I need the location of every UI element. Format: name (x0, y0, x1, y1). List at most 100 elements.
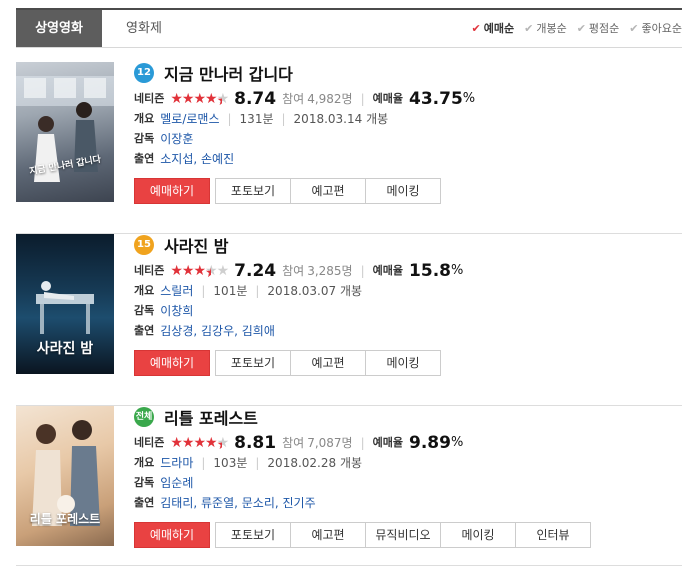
making-button[interactable]: 메이킹 (440, 522, 516, 548)
overview-label: 개요 (134, 456, 155, 469)
runtime: 131분 (239, 112, 274, 126)
sort-options: ✔ 예매순 ✔ 개봉순 ✔ 평점순 ✔ 좋아요순 (462, 10, 682, 47)
cast-label: 출연 (134, 324, 155, 337)
sort-label: 평점순 (588, 22, 620, 35)
poster-art (16, 76, 114, 182)
movie-info: 전체 리틀 포레스트 네티즌 ★★★★★★ 8.81 참여 7,087명 | 예… (134, 405, 682, 548)
divider: | (201, 456, 206, 470)
genre-link[interactable]: 스릴러 (160, 281, 193, 301)
check-icon: ✔ (576, 22, 586, 35)
poster-title: 리틀 포레스트 (29, 512, 101, 526)
age-rating-badge: 15 (134, 235, 154, 255)
divider: | (360, 264, 365, 278)
director-link[interactable]: 이창희 (160, 301, 193, 321)
divider: | (201, 284, 206, 298)
director-label: 감독 (134, 304, 155, 317)
star-rating: ★★★★★★ (170, 263, 229, 281)
tab-bar: 상영영화 영화제 ✔ 예매순 ✔ 개봉순 ✔ 평점순 ✔ 좋아요순 (16, 8, 682, 48)
movie-poster[interactable]: 리틀 포레스트 (16, 406, 114, 546)
action-buttons: 예매하기 포토보기 예고편 메이킹 (134, 178, 441, 204)
sort-release[interactable]: ✔ 개봉순 (524, 10, 567, 47)
making-button[interactable]: 메이킹 (365, 178, 441, 204)
check-icon: ✔ (471, 22, 481, 35)
action-buttons: 예매하기 포토보기 예고편 메이킹 (134, 350, 441, 376)
netizen-label: 네티즌 (134, 436, 165, 449)
genre-link[interactable]: 멜로/로맨스 (160, 109, 219, 129)
tab-now-showing[interactable]: 상영영화 (16, 10, 102, 47)
reservation-rate-label: 예매율 (372, 436, 404, 449)
sort-label: 개봉순 (536, 22, 567, 35)
director-link[interactable]: 임순례 (160, 473, 193, 493)
check-icon: ✔ (524, 22, 534, 35)
sort-rating[interactable]: ✔ 평점순 (577, 10, 620, 47)
movie-title[interactable]: 사라진 밤 (164, 233, 228, 257)
movie-item: 사라진 밤 15 사라진 밤 네티즌 ★★★★★★ 7.24 참여 3,285명… (16, 234, 682, 406)
sort-likes[interactable]: ✔ 좋아요순 (629, 10, 682, 47)
director-link[interactable]: 이장훈 (160, 129, 193, 149)
cast-link[interactable]: 김상경, 김강우, 김희애 (160, 321, 275, 341)
making-button[interactable]: 메이킹 (365, 350, 441, 376)
reservation-rate-unit: % (450, 435, 464, 450)
movie-poster[interactable]: 사라진 밤 (16, 234, 114, 374)
movie-item: 리틀 포레스트 전체 리틀 포레스트 네티즌 ★★★★★★ 8.81 참여 7,… (16, 406, 682, 566)
age-rating-badge: 전체 (134, 407, 154, 427)
release-date: 2018.03.14 개봉 (293, 112, 389, 126)
director-label: 감독 (134, 132, 155, 145)
photo-button[interactable]: 포토보기 (215, 178, 291, 204)
divider: | (360, 92, 365, 106)
star-rating: ★★★★★★ (170, 91, 229, 109)
release-date: 2018.02.28 개봉 (267, 456, 363, 470)
netizen-score: 7.24 (234, 261, 277, 281)
age-rating-badge: 12 (134, 63, 154, 83)
trailer-button[interactable]: 예고편 (290, 178, 366, 204)
participants-prefix: 참여 (282, 92, 305, 106)
photo-button[interactable]: 포토보기 (215, 522, 291, 548)
movie-info: 12 지금 만나러 갑니다 네티즌 ★★★★★★ 8.74 참여 4,982명 … (134, 61, 682, 204)
director-label: 감독 (134, 476, 155, 489)
overview-label: 개요 (134, 112, 155, 125)
cast-link[interactable]: 소지섭, 손예진 (160, 149, 234, 169)
star-rating: ★★★★★★ (170, 435, 229, 453)
reservation-rate-label: 예매율 (372, 92, 404, 105)
trailer-button[interactable]: 예고편 (290, 522, 366, 548)
cast-label: 출연 (134, 496, 155, 509)
reservation-rate-label: 예매율 (372, 264, 404, 277)
netizen-score: 8.81 (234, 433, 277, 453)
photo-button[interactable]: 포토보기 (215, 350, 291, 376)
sort-reservation[interactable]: ✔ 예매순 (472, 10, 515, 47)
trailer-button[interactable]: 예고편 (290, 350, 366, 376)
runtime: 103분 (213, 456, 248, 470)
participants-prefix: 참여 (282, 264, 305, 278)
book-button[interactable]: 예매하기 (134, 178, 210, 204)
action-buttons: 예매하기 포토보기 예고편 뮤직비디오 메이킹 인터뷰 (134, 522, 591, 548)
divider: | (281, 112, 286, 126)
runtime: 101분 (213, 284, 248, 298)
release-date: 2018.03.07 개봉 (267, 284, 363, 298)
movie-info: 15 사라진 밤 네티즌 ★★★★★★ 7.24 참여 3,285명 | 예매율… (134, 233, 682, 376)
movie-item: 지금 만나러 갑니다 12 지금 만나러 갑니다 네티즌 ★★★★★★ 8.74… (16, 62, 682, 234)
divider: | (255, 456, 260, 470)
participants-count: 7,087명 (307, 436, 353, 450)
movie-title[interactable]: 지금 만나러 갑니다 (164, 61, 293, 85)
participants-prefix: 참여 (282, 436, 305, 450)
book-button[interactable]: 예매하기 (134, 522, 210, 548)
divider: | (255, 284, 260, 298)
check-icon: ✔ (629, 22, 639, 35)
reservation-rate: 9.89 (409, 433, 451, 453)
interview-button[interactable]: 인터뷰 (515, 522, 591, 548)
netizen-score: 8.74 (234, 89, 277, 109)
sort-label: 좋아요순 (641, 22, 682, 35)
book-button[interactable]: 예매하기 (134, 350, 210, 376)
participants-count: 4,982명 (307, 92, 353, 106)
divider: | (360, 436, 365, 450)
genre-link[interactable]: 드라마 (160, 453, 193, 473)
cast-label: 출연 (134, 152, 155, 165)
reservation-rate: 15.8 (409, 261, 451, 281)
reservation-rate-unit: % (462, 91, 476, 106)
movie-poster[interactable]: 지금 만나러 갑니다 (16, 62, 114, 202)
movie-title[interactable]: 리틀 포레스트 (164, 405, 258, 429)
music-video-button[interactable]: 뮤직비디오 (365, 522, 441, 548)
cast-link[interactable]: 김태리, 류준열, 문소리, 진기주 (160, 493, 315, 513)
tab-film-festival[interactable]: 영화제 (124, 10, 164, 47)
reservation-rate: 43.75 (409, 89, 463, 109)
